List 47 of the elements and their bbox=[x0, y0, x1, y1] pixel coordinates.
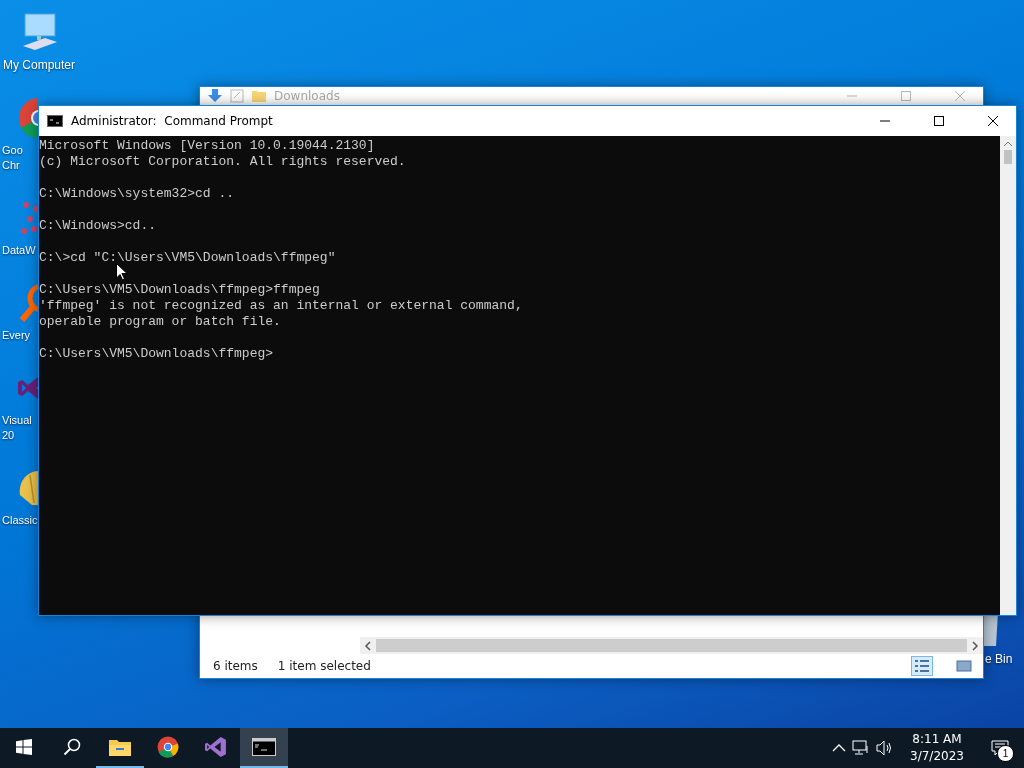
desktop-icon-label[interactable]: Chr bbox=[2, 158, 20, 173]
window-title: Administrator: Command Prompt bbox=[71, 114, 273, 128]
chrome-icon bbox=[156, 735, 180, 759]
taskbar-button[interactable] bbox=[240, 728, 288, 768]
desktop-icon-label[interactable]: Visual bbox=[2, 413, 32, 428]
console-line: C:\Users\VM5\Downloads\ffmpeg> bbox=[39, 346, 274, 362]
terminal-icon bbox=[252, 738, 276, 756]
network-icon[interactable] bbox=[852, 740, 870, 756]
clock[interactable]: 8:11 AM 3/7/2023 bbox=[900, 731, 974, 765]
volume-icon[interactable] bbox=[876, 740, 894, 756]
window-title: Downloads bbox=[274, 89, 340, 103]
console-line: C:\Users\VM5\Downloads\ffmpeg>ffmpeg bbox=[39, 282, 320, 298]
close-icon bbox=[987, 115, 999, 127]
search-icon bbox=[63, 738, 81, 756]
notification-button[interactable]: 1 bbox=[980, 728, 1020, 768]
desktop-icon-label[interactable]: DataW bbox=[2, 243, 36, 258]
desktop-icon-label[interactable]: My Computer bbox=[3, 58, 75, 73]
clock-time: 8:11 AM bbox=[912, 731, 962, 748]
desktop-icon-label[interactable]: e Bin bbox=[985, 652, 1013, 667]
maximize-icon bbox=[901, 91, 911, 101]
scrollbar-thumb[interactable] bbox=[1004, 150, 1012, 164]
message-icon bbox=[991, 740, 1009, 756]
status-text: 1 item selected bbox=[277, 659, 371, 673]
folder-icon bbox=[108, 737, 132, 757]
desktop-icon-label[interactable]: Classic bbox=[2, 513, 38, 528]
console-line: C:\Windows\system32>cd .. bbox=[39, 186, 235, 202]
desktop-icon-label[interactable]: 20 bbox=[2, 428, 15, 443]
details-view-button[interactable] bbox=[911, 656, 933, 676]
terminal-icon bbox=[47, 115, 63, 127]
visual-studio-icon bbox=[204, 735, 228, 759]
download-arrow-icon[interactable] bbox=[208, 89, 222, 103]
mouse-cursor-icon bbox=[116, 263, 128, 281]
console-line: C:\>cd "C:\Users\VM5\Downloads\ffmpeg" bbox=[39, 250, 336, 266]
status-text: 6 items bbox=[213, 659, 258, 673]
close-icon bbox=[954, 90, 966, 102]
maximize-icon bbox=[934, 116, 944, 126]
console-line: operable program or batch file. bbox=[39, 314, 281, 330]
console-line: Microsoft Windows [Version 10.0.19044.2130] bbox=[39, 138, 375, 154]
notification-count: 1 bbox=[997, 745, 1014, 762]
clock-date: 3/7/2023 bbox=[910, 748, 964, 765]
console-line: (c) Microsoft Corporation. All rights reserved. bbox=[39, 154, 406, 170]
properties-icon[interactable] bbox=[230, 89, 244, 103]
windows-logo-icon bbox=[16, 739, 32, 755]
desktop-icon-label[interactable]: Goo bbox=[2, 143, 23, 158]
console-line: C:\Windows>cd.. bbox=[39, 218, 157, 234]
desktop-icon-label[interactable]: Every bbox=[2, 328, 31, 343]
console-line: 'ffmpeg' is not recognized as an internal or external command, bbox=[39, 298, 523, 314]
